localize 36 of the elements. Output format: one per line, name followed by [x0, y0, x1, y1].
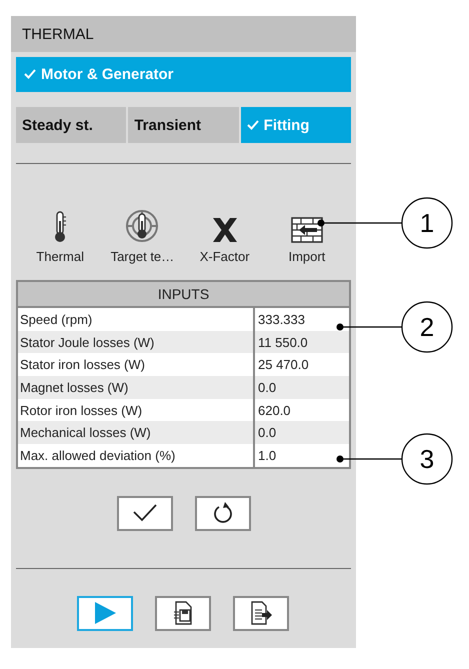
callout-badge: 2	[401, 301, 453, 353]
tool-button[interactable]: Import	[268, 202, 346, 264]
value-field[interactable]: 1.0	[255, 444, 349, 467]
import-icon	[290, 217, 323, 243]
tool-button[interactable]: X-Factor	[186, 202, 264, 264]
value-field[interactable]: 620.0	[255, 398, 349, 422]
tab[interactable]: Steady st.	[16, 107, 126, 143]
target-thermometer-icon	[125, 209, 160, 243]
play-icon	[93, 601, 117, 626]
reset-icon	[212, 501, 234, 526]
thermometer-icon	[53, 211, 68, 243]
callout-badge: 3	[401, 433, 453, 485]
panel-title: THERMAL	[11, 16, 356, 52]
reset-button[interactable]	[194, 496, 250, 531]
save-button[interactable]	[155, 596, 211, 631]
table-cell: Max. allowed deviation (%)	[18, 444, 255, 467]
checkmark-icon	[132, 503, 158, 524]
table-header: INPUTS	[18, 282, 349, 308]
value-field[interactable]: 0.0	[255, 421, 349, 444]
callout-badge: 1	[401, 197, 453, 249]
value-field[interactable]: 0.0	[255, 376, 349, 399]
run-button[interactable]	[77, 596, 133, 631]
document-export-icon	[250, 601, 272, 626]
value-field[interactable]: 25 470.0	[255, 353, 349, 376]
x-icon	[212, 217, 238, 243]
apply-button[interactable]	[116, 496, 172, 531]
tab[interactable]: Transient	[128, 107, 239, 143]
leader-line	[336, 324, 402, 330]
export-button[interactable]	[233, 596, 289, 631]
tool-button[interactable]: Thermal	[21, 202, 100, 264]
leader-line	[336, 456, 402, 462]
tool-button[interactable]: Target te…	[103, 202, 182, 264]
value-field[interactable]: 333.333	[255, 308, 349, 331]
checkmark-icon	[24, 69, 36, 79]
checkmark-icon	[246, 120, 259, 130]
value-field[interactable]: 11 550.0	[255, 330, 349, 354]
